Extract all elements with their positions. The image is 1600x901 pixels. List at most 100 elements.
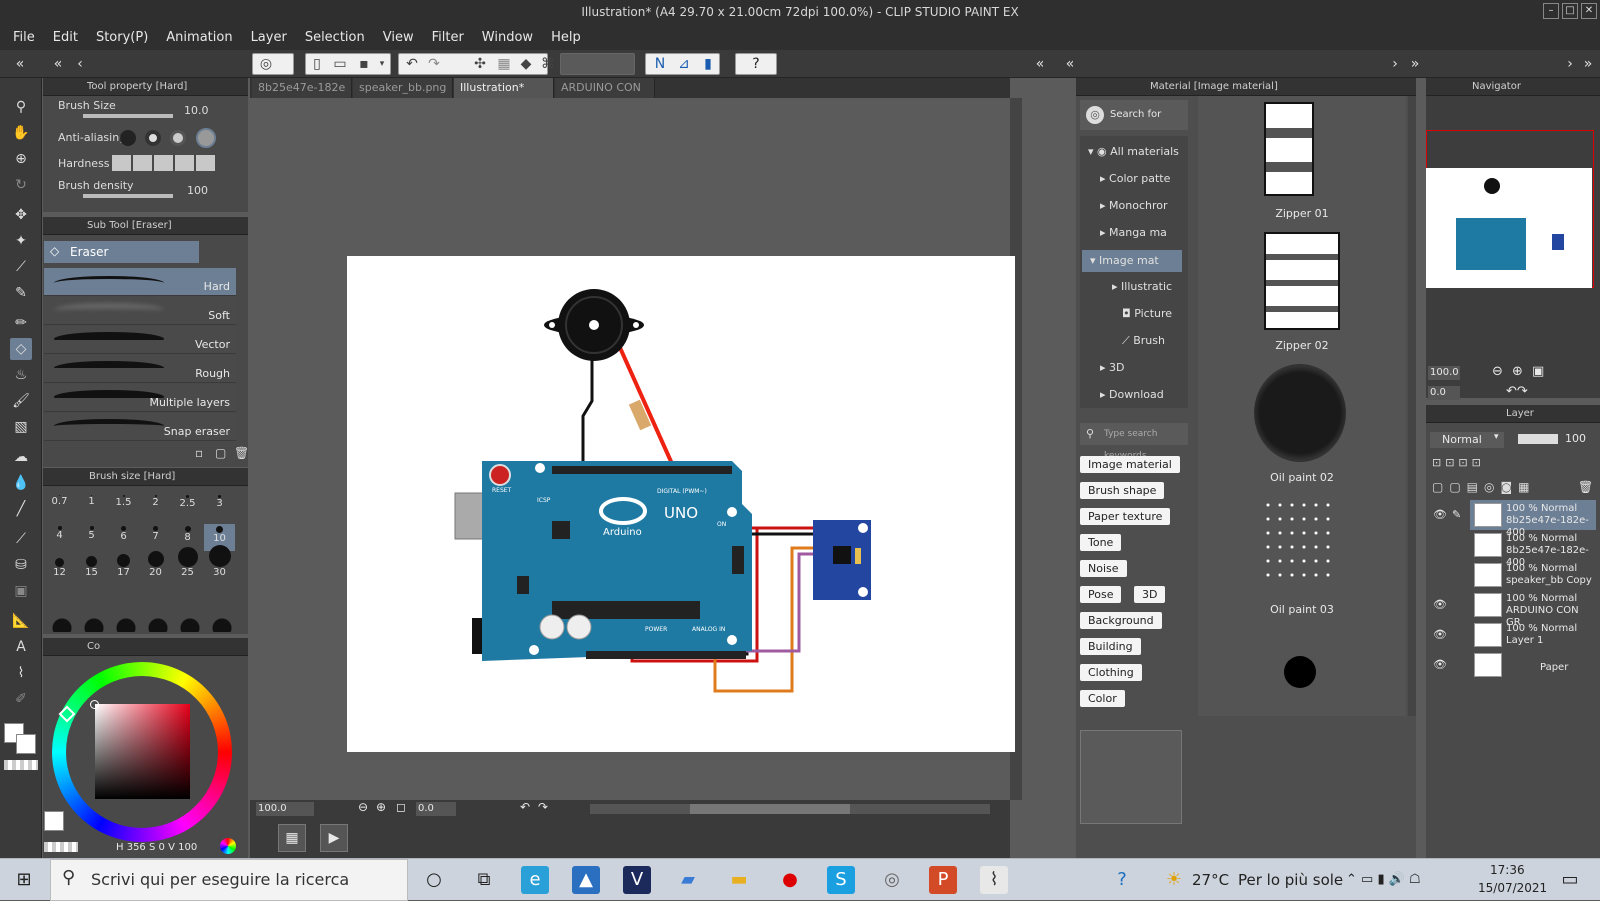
cortana-icon[interactable]: ○	[420, 866, 448, 894]
eraser-group-tab[interactable]: Eraser	[44, 241, 199, 263]
tag-clothing[interactable]: Clothing	[1080, 664, 1142, 681]
photos-icon[interactable]: ▲	[572, 866, 600, 894]
delete-layer-icon[interactable]: 🗑	[1578, 480, 1593, 494]
menu-help[interactable]: Help	[542, 30, 590, 45]
opacity-slider[interactable]	[1518, 434, 1558, 444]
tag-noise[interactable]: Noise	[1080, 560, 1127, 577]
record-icon[interactable]: ●	[776, 866, 804, 894]
tag-paper-texture[interactable]: Paper texture	[1080, 508, 1171, 525]
clock-date[interactable]: 15/07/2021	[1478, 881, 1547, 895]
new-subtool-icon[interactable]: ▢	[215, 446, 226, 460]
canvas-angle-field[interactable]: 0.0	[416, 802, 456, 816]
expand-right-icon[interactable]: »	[1405, 54, 1425, 74]
tag-color[interactable]: Color	[1080, 690, 1125, 707]
oil-paint-02-thumb[interactable]	[1254, 364, 1346, 462]
arrow-right-icon-2[interactable]: ›	[1560, 54, 1580, 74]
sub-color-swatch[interactable]	[16, 734, 36, 754]
canvas-zoom-field[interactable]: 100.0	[256, 802, 314, 816]
size-preset[interactable]: 5	[76, 524, 107, 551]
powerpoint-icon[interactable]: P	[929, 866, 957, 894]
undo-icon[interactable]: ↶	[402, 54, 422, 74]
tag-3d[interactable]: 3D	[1134, 586, 1166, 603]
weather-temp[interactable]: 27°C	[1192, 859, 1229, 901]
menu-selection[interactable]: Selection	[296, 30, 374, 45]
size-preset[interactable]: 30	[204, 545, 235, 595]
tree-all-materials[interactable]: ▾ ◉ All materials	[1088, 145, 1179, 158]
clear-icon[interactable]: ✣	[470, 54, 490, 74]
weather-desc[interactable]: Per lo più sole	[1238, 859, 1343, 901]
material-oil-paint-02[interactable]: Oil paint 02	[1252, 471, 1352, 484]
text-tool-icon[interactable]: A	[10, 636, 32, 658]
density-slider[interactable]	[83, 194, 173, 198]
tag-brush-shape[interactable]: Brush shape	[1080, 482, 1165, 499]
tree-image-material[interactable]: ▾ Image mat	[1082, 250, 1182, 272]
fill-icon[interactable]: ▦	[494, 54, 514, 74]
hardness-selector[interactable]	[112, 155, 216, 171]
move-tool-icon[interactable]: ✥	[10, 204, 32, 226]
fit-icon[interactable]: ◻	[396, 800, 406, 814]
clip-studio-paint-icon[interactable]: ⌇	[980, 866, 1008, 894]
size-preset[interactable]: 7	[140, 524, 171, 551]
open-file-icon[interactable]: ▭	[330, 54, 350, 74]
camera-icon[interactable]: ▶	[320, 824, 348, 852]
tab-8b25e47e[interactable]: 8b25e47e-182e	[252, 78, 352, 98]
skype-icon[interactable]: S	[827, 866, 855, 894]
eyedropper-tool-icon[interactable]: ⟋	[10, 256, 32, 278]
zoom-in-icon[interactable]: ⊕	[376, 800, 386, 814]
size-preset[interactable]: 4	[44, 524, 75, 551]
navigator-preview[interactable]	[1426, 168, 1592, 288]
size-preset[interactable]: 12	[44, 558, 75, 595]
eraser-tool-icon[interactable]: ◇	[10, 338, 32, 360]
tree-illustration[interactable]: ▸ Illustratic	[1112, 280, 1172, 293]
size-preset[interactable]: 20	[140, 551, 171, 595]
rotate-left-icon[interactable]: ↶	[520, 800, 530, 814]
antialias-weak[interactable]	[145, 130, 161, 146]
minimize-icon[interactable]: –	[1543, 3, 1559, 19]
size-preset[interactable]: 3	[204, 493, 235, 520]
new-file-icon[interactable]: ▯	[307, 54, 327, 74]
nav-fit-icon[interactable]: ▣	[1532, 364, 1544, 379]
subtool-soft[interactable]: Soft	[44, 297, 236, 325]
tree-download[interactable]: ▸ Download	[1100, 388, 1164, 401]
redo-icon[interactable]: ↷	[424, 54, 444, 74]
zipper-02-thumb[interactable]	[1264, 232, 1340, 330]
zoom-tool-icon[interactable]: ⚲	[10, 96, 32, 118]
tree-color-pattern[interactable]: ▸ Color patte	[1100, 172, 1170, 185]
eye-icon[interactable]: 👁	[1433, 598, 1447, 611]
close-icon[interactable]: ✕	[1581, 3, 1597, 19]
sat-value[interactable]: 0	[159, 842, 165, 853]
transparent-swatch[interactable]	[4, 760, 38, 770]
material-zipper-01[interactable]: Zipper 01	[1252, 207, 1352, 220]
wand-tool-icon[interactable]: ✦	[10, 230, 32, 252]
blend-tool-icon[interactable]: ☁	[10, 446, 32, 468]
tag-pose[interactable]: Pose	[1080, 586, 1122, 603]
snap-ruler-icon[interactable]: N	[650, 54, 670, 74]
val-value[interactable]: 100	[178, 842, 197, 853]
save-icon[interactable]: ▪	[354, 54, 374, 74]
network-app-icon[interactable]: ▰	[674, 866, 702, 894]
brush-size-value[interactable]: 10.0	[184, 104, 209, 117]
windows-start-icon[interactable]: ⊞	[10, 866, 38, 894]
correct-line-tool-icon[interactable]: ✐	[10, 688, 32, 710]
clock-time[interactable]: 17:36	[1490, 863, 1525, 877]
figure-tool-icon[interactable]: ⟋	[10, 528, 32, 550]
tree-picture[interactable]: ◘ Picture	[1122, 307, 1172, 320]
tab-illustration[interactable]: Illustration*	[454, 78, 554, 98]
balloon-tool-icon[interactable]: ⌇	[10, 662, 32, 684]
size-preset[interactable]: 2	[140, 493, 171, 520]
task-view-icon[interactable]: ⧉	[470, 866, 498, 894]
size-preset[interactable]: 6	[108, 524, 139, 551]
ruler-tool-icon[interactable]: 📐	[10, 610, 32, 632]
density-value[interactable]: 100	[187, 184, 208, 197]
gradient-tool-icon[interactable]: ▧	[10, 416, 32, 438]
transparent-chip[interactable]	[44, 842, 78, 852]
antialias-medium[interactable]	[170, 130, 186, 146]
layer-lock-icons[interactable]: ⊡⊡⊡⊡	[1432, 456, 1485, 469]
tag-tone[interactable]: Tone	[1080, 534, 1122, 551]
menu-file[interactable]: File	[4, 30, 44, 45]
nav-rotate-icon[interactable]: ↶↷	[1506, 384, 1528, 399]
transform-icon[interactable]: ⌘	[538, 54, 558, 74]
trash-icon[interactable]: 🗑	[234, 446, 249, 460]
tree-brush[interactable]: ⟋ Brush	[1122, 334, 1165, 348]
taskbar-search-box[interactable]: Scrivi qui per eseguire la ricerca	[50, 859, 408, 901]
